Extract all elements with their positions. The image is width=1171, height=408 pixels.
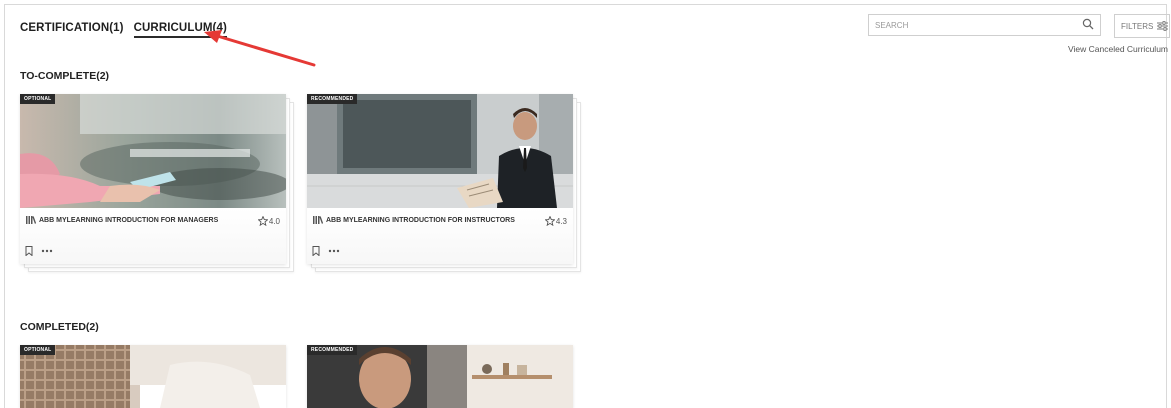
curriculum-icon bbox=[26, 216, 36, 224]
card-body: ABB MYLEARNING INTRODUCTION FOR MANAGERS… bbox=[20, 208, 286, 264]
tab-bar: CERTIFICATION(1) CURRICULUM(4) bbox=[20, 22, 227, 38]
curriculum-card[interactable]: RECOMMENDED bbox=[307, 345, 587, 408]
card-main[interactable]: OPTIONAL bbox=[20, 345, 286, 408]
card-actions bbox=[25, 246, 53, 256]
curriculum-card[interactable]: OPTIONAL bbox=[20, 345, 300, 408]
card-title-text: ABB MYLEARNING INTRODUCTION FOR INSTRUCT… bbox=[326, 216, 515, 224]
card-title-text: ABB MYLEARNING INTRODUCTION FOR MANAGERS bbox=[39, 216, 219, 224]
card-badge: RECOMMENDED bbox=[307, 345, 358, 355]
curriculum-card[interactable]: OPTIONAL ABB MYLEARNING INTRODUCTION FOR… bbox=[20, 94, 300, 278]
card-main[interactable]: RECOMMENDED bbox=[307, 345, 573, 408]
section-title-completed: COMPLETED(2) bbox=[20, 321, 99, 333]
card-title[interactable]: ABB MYLEARNING INTRODUCTION FOR MANAGERS bbox=[26, 216, 218, 224]
annotation-arrow bbox=[204, 30, 316, 67]
card-body: ABB MYLEARNING INTRODUCTION FOR INSTRUCT… bbox=[307, 208, 573, 264]
view-canceled-curriculum-link[interactable]: View Canceled Curriculum bbox=[1068, 44, 1168, 54]
sliders-icon bbox=[1157, 21, 1169, 31]
curriculum-card[interactable]: RECOMMENDED ABB MYLEARNING INTRODUCTION … bbox=[307, 94, 587, 278]
card-thumbnail[interactable]: RECOMMENDED bbox=[307, 345, 573, 408]
search-box bbox=[868, 14, 1101, 36]
more-options-icon[interactable] bbox=[41, 249, 53, 253]
card-thumbnail[interactable]: RECOMMENDED bbox=[307, 94, 573, 208]
filters-label: FILTERS bbox=[1121, 21, 1154, 31]
curriculum-icon bbox=[313, 216, 323, 224]
search-icon[interactable] bbox=[1082, 18, 1094, 30]
card-thumbnail-image bbox=[307, 94, 573, 208]
card-main[interactable]: RECOMMENDED ABB MYLEARNING INTRODUCTION … bbox=[307, 94, 573, 264]
card-badge: RECOMMENDED bbox=[307, 94, 358, 104]
tab-certification[interactable]: CERTIFICATION(1) bbox=[20, 22, 124, 38]
bookmark-icon[interactable] bbox=[25, 246, 33, 256]
card-thumbnail-image bbox=[20, 345, 286, 408]
card-main[interactable]: OPTIONAL ABB MYLEARNING INTRODUCTION FOR… bbox=[20, 94, 286, 264]
card-title[interactable]: ABB MYLEARNING INTRODUCTION FOR INSTRUCT… bbox=[313, 216, 515, 224]
search-input[interactable] bbox=[869, 15, 1069, 36]
card-thumbnail[interactable]: OPTIONAL bbox=[20, 94, 286, 208]
card-badge: OPTIONAL bbox=[20, 94, 56, 104]
filters-button[interactable]: FILTERS bbox=[1114, 14, 1170, 38]
star-icon bbox=[544, 216, 555, 226]
card-rating-value: 4.3 bbox=[555, 216, 567, 226]
section-title-to-complete: TO-COMPLETE(2) bbox=[20, 70, 110, 82]
bookmark-icon[interactable] bbox=[312, 246, 320, 256]
star-icon bbox=[257, 216, 268, 226]
card-rating-value: 4.0 bbox=[268, 216, 280, 226]
card-actions bbox=[312, 246, 340, 256]
card-badge: OPTIONAL bbox=[20, 345, 56, 355]
card-rating: 4.0 bbox=[257, 216, 280, 226]
card-thumbnail[interactable]: OPTIONAL bbox=[20, 345, 286, 408]
card-thumbnail-image bbox=[20, 94, 286, 208]
card-rating: 4.3 bbox=[544, 216, 567, 226]
more-options-icon[interactable] bbox=[328, 249, 340, 253]
